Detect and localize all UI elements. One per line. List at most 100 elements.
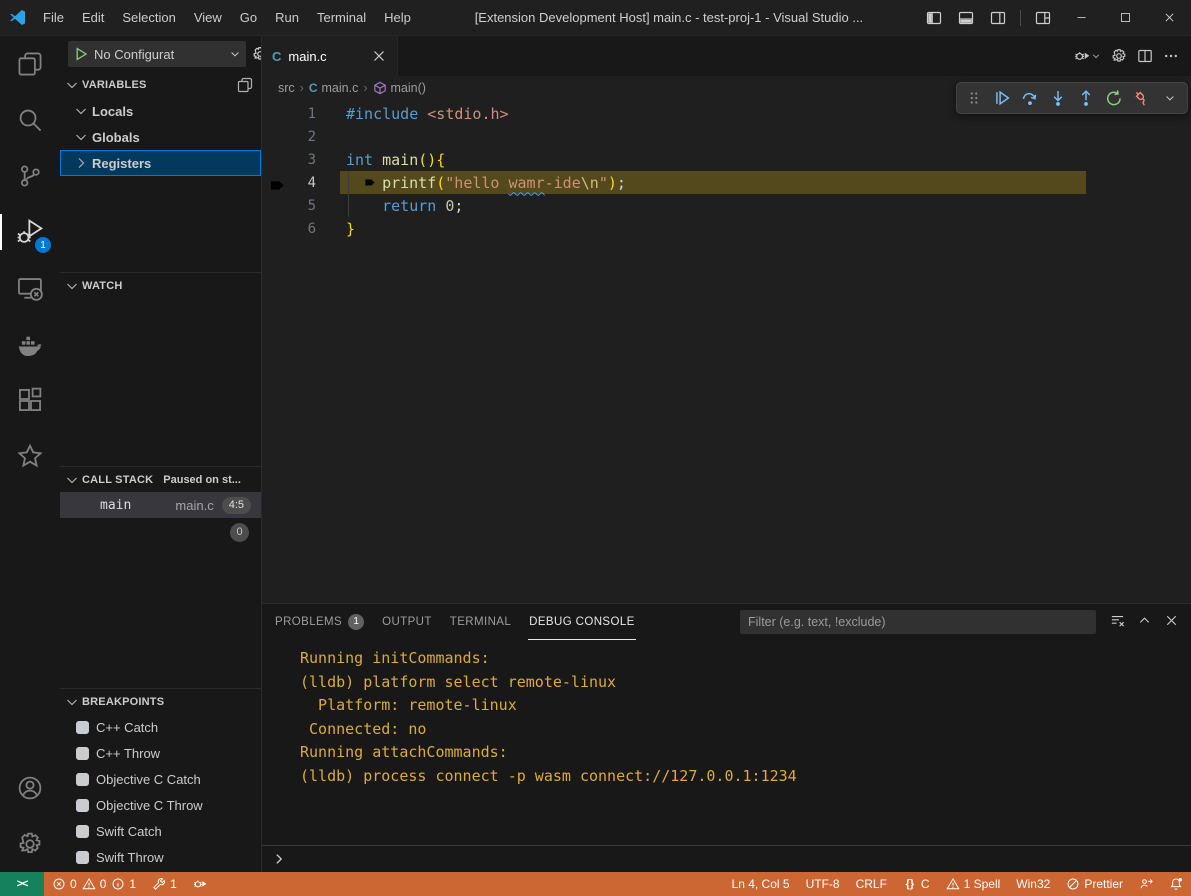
variables-scope-globals[interactable]: Globals (60, 124, 261, 150)
thread-badge: 0 (230, 523, 249, 542)
close-panel-button[interactable] (1164, 613, 1179, 631)
start-debugging-icon[interactable] (73, 46, 89, 62)
breadcrumb-item[interactable]: main() (373, 81, 426, 95)
activity-remote-explorer[interactable] (0, 260, 60, 316)
clear-console-button[interactable] (1110, 613, 1125, 631)
breakpoint-checkbox[interactable] (76, 721, 89, 734)
window-minimize-button[interactable] (1059, 0, 1103, 35)
status-spell-checker[interactable]: 1 Spell (938, 872, 1009, 896)
menu-run[interactable]: Run (266, 0, 308, 35)
breakpoint-row[interactable]: Objective C Throw (60, 792, 261, 818)
breakpoint-checkbox[interactable] (76, 851, 89, 864)
activity-accounts[interactable] (0, 760, 60, 816)
menu-help[interactable]: Help (375, 0, 420, 35)
status-platform[interactable]: Win32 (1008, 872, 1058, 896)
panel-tab-problems[interactable]: PROBLEMS1 (274, 604, 365, 640)
status-end-of-line[interactable]: CRLF (848, 872, 895, 896)
breakpoint-row[interactable]: Swift Catch (60, 818, 261, 844)
restart-button[interactable] (1101, 85, 1127, 111)
editor-gutter[interactable]: 5 (262, 198, 346, 214)
breakpoint-checkbox[interactable] (76, 799, 89, 812)
variables-scope-registers[interactable]: Registers (60, 150, 261, 176)
activity-source-control[interactable] (0, 148, 60, 204)
call-stack-section-header[interactable]: CALL STACK Paused on st... (60, 466, 261, 492)
activity-extensions[interactable] (0, 372, 60, 428)
status-notifications[interactable] (1161, 872, 1191, 896)
status-encoding[interactable]: UTF-8 (798, 872, 848, 896)
panel-tab-output[interactable]: OUTPUT (381, 604, 433, 640)
activity-run-and-debug[interactable]: 1 (0, 204, 60, 260)
activity-manage[interactable] (0, 816, 60, 872)
breakpoint-checkbox[interactable] (76, 747, 89, 760)
disconnect-button[interactable] (1129, 85, 1155, 111)
breakpoint-row[interactable]: C++ Catch (60, 714, 261, 740)
editor-gutter[interactable]: 3 (262, 152, 346, 168)
status-cursor-position[interactable]: Ln 4, Col 5 (724, 872, 798, 896)
layout-panel-toggle[interactable] (950, 0, 982, 35)
status-tools-count[interactable]: 1 (144, 872, 185, 896)
editor-gutter[interactable]: 6 (262, 221, 346, 237)
activity-docker[interactable] (0, 316, 60, 372)
variables-section-header[interactable]: VARIABLES (60, 72, 261, 98)
breadcrumb-item[interactable]: Cmain.c (309, 81, 359, 95)
menu-file[interactable]: File (34, 0, 73, 35)
menu-terminal[interactable]: Terminal (308, 0, 375, 35)
continue-button[interactable] (989, 85, 1015, 111)
activity-explorer[interactable] (0, 36, 60, 92)
breakpoint-checkbox[interactable] (76, 773, 89, 786)
token: ; (454, 197, 463, 215)
breakpoint-row[interactable]: Objective C Catch (60, 766, 261, 792)
layout-customize-button[interactable] (1027, 0, 1059, 35)
layout-secondary-toggle[interactable] (982, 0, 1014, 35)
code-editor[interactable]: 1#include <stdio.h>23int main(){4 printf… (262, 100, 1191, 603)
debug-console-input[interactable] (262, 845, 1191, 872)
tab-main-c[interactable]: C main.c (262, 36, 398, 76)
variables-scope-locals[interactable]: Locals (60, 98, 261, 124)
breadcrumb-item[interactable]: src (278, 81, 295, 95)
activity-search[interactable] (0, 92, 60, 148)
step-over-button[interactable] (1017, 85, 1043, 111)
split-editor-button[interactable] (1137, 48, 1153, 64)
menu-selection[interactable]: Selection (113, 0, 184, 35)
activity-favorites[interactable] (0, 428, 60, 484)
menu-view[interactable]: View (185, 0, 231, 35)
maximize-panel-button[interactable] (1137, 613, 1152, 631)
status-problems[interactable]: 001 (44, 872, 144, 896)
breakpoint-row[interactable]: C++ Throw (60, 740, 261, 766)
close-tab-icon[interactable] (371, 48, 387, 64)
status-debug-indicator[interactable] (185, 872, 215, 896)
run-or-debug-button[interactable] (1074, 48, 1101, 64)
open-settings-button[interactable] (1111, 48, 1127, 64)
window-close-button[interactable] (1147, 0, 1191, 35)
debug-config-dropdown[interactable]: No Configurat (68, 41, 246, 67)
breakpoint-row[interactable]: Swift Throw (60, 844, 261, 870)
step-into-button[interactable] (1045, 85, 1071, 111)
breakpoints-section-header[interactable]: BREAKPOINTS (60, 688, 261, 714)
editor-gutter[interactable]: 1 (262, 106, 346, 122)
layout-sidebar-toggle[interactable] (918, 0, 950, 35)
status-language-mode[interactable]: {}C (895, 872, 938, 896)
status-prettier[interactable]: Prettier (1058, 872, 1131, 896)
panel-tab-terminal[interactable]: TERMINAL (449, 604, 512, 640)
more-actions-button[interactable] (1163, 48, 1179, 64)
copy-icon[interactable] (237, 77, 253, 93)
status-feedback[interactable] (1131, 872, 1161, 896)
more-debug-actions-button[interactable] (1157, 85, 1183, 111)
editor-gutter[interactable]: 2 (262, 129, 346, 145)
editor-gutter[interactable]: 4 (262, 175, 346, 191)
gear-icon[interactable] (252, 46, 262, 62)
breakpoint-checkbox[interactable] (76, 825, 89, 838)
debug-console-filter-input[interactable] (740, 610, 1096, 634)
watch-section-header[interactable]: WATCH (60, 272, 261, 298)
status-remote-window-indicator[interactable]: >< (0, 872, 44, 896)
menu-go[interactable]: Go (231, 0, 266, 35)
token: int (346, 151, 382, 169)
window-maximize-button[interactable] (1103, 0, 1147, 35)
step-out-button[interactable] (1073, 85, 1099, 111)
stack-frame[interactable]: mainmain.c4:5 (60, 492, 261, 518)
panel-tab-debug-console[interactable]: DEBUG CONSOLE (528, 604, 636, 640)
menu-edit[interactable]: Edit (73, 0, 113, 35)
search-icon (17, 107, 43, 133)
drag-handle-button[interactable] (961, 85, 987, 111)
extensions-icon (17, 387, 43, 413)
